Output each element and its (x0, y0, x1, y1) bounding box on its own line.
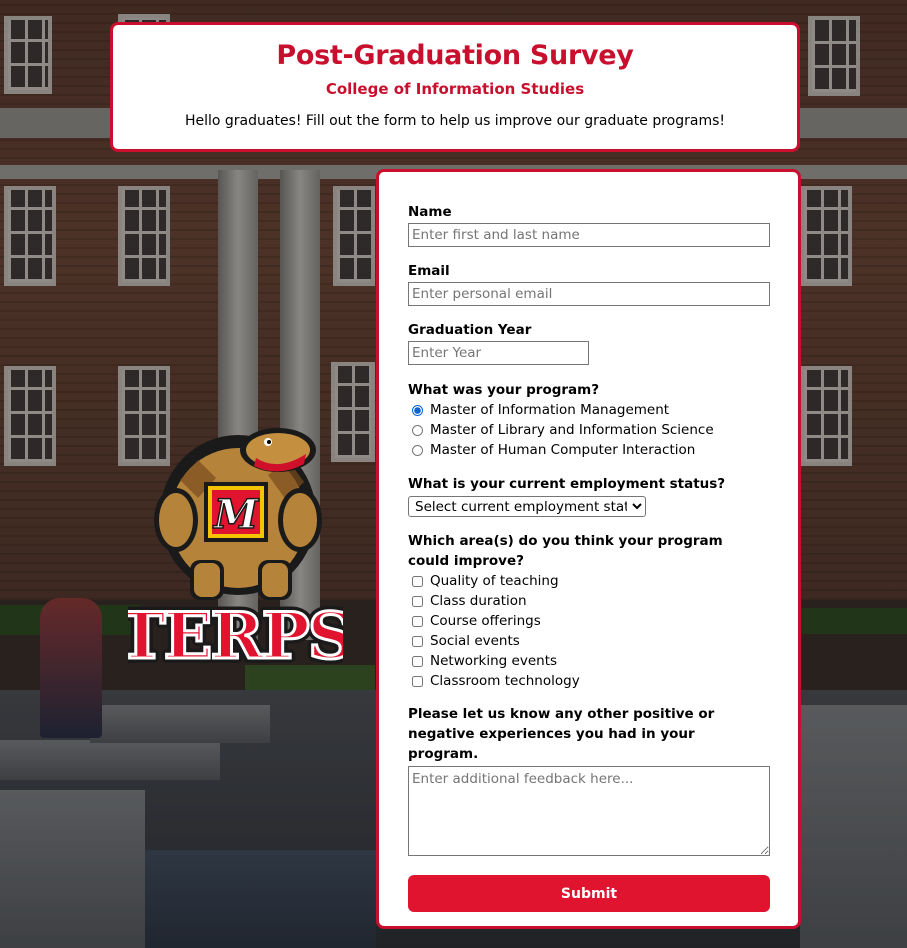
improve-checkbox-social[interactable] (412, 635, 423, 647)
improve-question-label: Which area(s) do you think your program … (408, 533, 723, 569)
program-radio-mlis[interactable] (412, 424, 423, 436)
program-option-label: Master of Information Management (430, 402, 670, 418)
improve-checkbox-teaching[interactable] (412, 575, 423, 587)
improve-option[interactable]: Course offerings (408, 611, 768, 631)
program-option[interactable]: Master of Information Management (408, 400, 768, 420)
program-radio-mim[interactable] (412, 404, 423, 416)
program-option[interactable]: Master of Library and Information Scienc… (408, 420, 768, 440)
improve-option-label: Class duration (430, 593, 527, 609)
program-option[interactable]: Master of Human Computer Interaction (408, 440, 768, 460)
page-title: Post-Graduation Survey (276, 40, 634, 71)
graduation-year-label: Graduation Year (408, 322, 532, 338)
program-radio-hcim[interactable] (412, 444, 423, 456)
improve-checkbox-courses[interactable] (412, 615, 423, 627)
improve-option-label: Networking events (430, 653, 558, 669)
program-question-label: What was your program? (408, 382, 600, 398)
email-label: Email (408, 263, 450, 279)
improve-option[interactable]: Classroom technology (408, 671, 768, 691)
name-field[interactable] (408, 223, 770, 247)
terps-mascot-logo: M TERPS TERPS (128, 428, 343, 675)
terps-wordmark: TERPS (128, 599, 343, 674)
page-subtitle: College of Information Studies (325, 80, 585, 98)
survey-form: Name Email Graduation Year What was your… (376, 169, 801, 929)
improve-option-label: Quality of teaching (430, 573, 559, 589)
improve-option[interactable]: Networking events (408, 651, 768, 671)
name-label: Name (408, 204, 452, 220)
survey-header-card: Post-Graduation Survey College of Inform… (110, 22, 800, 152)
feedback-label: Please let us know any other positive or… (408, 706, 715, 762)
feedback-textarea[interactable] (408, 766, 770, 856)
improve-checkbox-networking[interactable] (412, 655, 423, 667)
submit-button[interactable]: Submit (408, 875, 770, 912)
improve-checkbox-duration[interactable] (412, 595, 423, 607)
m-logo-letter: M (212, 491, 260, 538)
improve-option[interactable]: Quality of teaching (408, 571, 768, 591)
improve-option-label: Course offerings (430, 613, 541, 629)
employment-status-select[interactable]: Select current employment status (408, 496, 646, 517)
employment-status-label: What is your current employment status? (408, 476, 726, 492)
program-option-label: Master of Library and Information Scienc… (430, 422, 714, 438)
improve-option-label: Social events (430, 633, 520, 649)
intro-text: Hello graduates! Fill out the form to he… (184, 113, 726, 129)
improve-option[interactable]: Class duration (408, 591, 768, 611)
improve-option[interactable]: Social events (408, 631, 768, 651)
email-field[interactable] (408, 282, 770, 306)
graduation-year-field[interactable] (408, 341, 589, 365)
program-option-label: Master of Human Computer Interaction (430, 442, 696, 458)
improve-option-label: Classroom technology (430, 673, 580, 689)
improve-checkbox-technology[interactable] (412, 675, 423, 687)
